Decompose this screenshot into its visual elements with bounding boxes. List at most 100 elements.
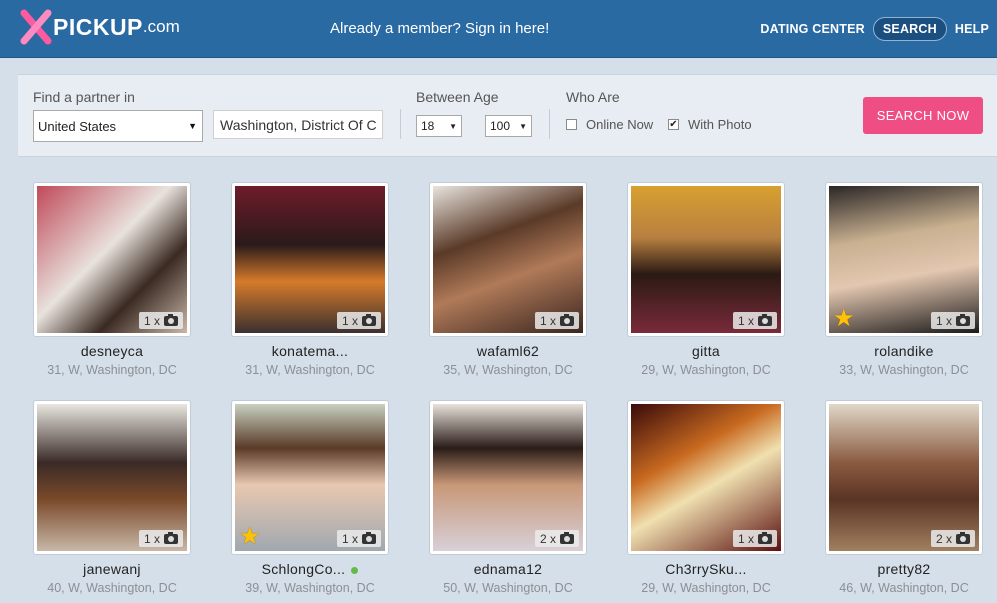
profile-photo-frame[interactable]: 1 x (231, 182, 389, 337)
profile-username[interactable]: SchlongCo... (231, 561, 389, 577)
nav-dating-center[interactable]: DATING CENTER (760, 22, 864, 36)
photo-count-text: 1 x (341, 313, 358, 328)
city-input[interactable]: Washington, District Of C (213, 110, 383, 139)
profile-username-text: pretty82 (877, 561, 931, 577)
featured-star-icon: ★ (833, 305, 855, 332)
profile-photo-frame[interactable]: 2 x (825, 400, 983, 555)
profile-username-text: Ch3rrySku... (665, 561, 747, 577)
photo-count-badge[interactable]: 1 x (732, 312, 777, 329)
profile-photo[interactable]: 1 x (235, 186, 385, 333)
caret-down-icon: ▼ (449, 121, 457, 131)
profile-photo-frame[interactable]: 1 x (627, 182, 785, 337)
profile-username-text: gitta (692, 343, 720, 359)
profile-photo-frame[interactable]: 1 x (33, 400, 191, 555)
profile-photo[interactable]: 1 x (37, 404, 187, 551)
profile-username-text: ednama12 (473, 561, 543, 577)
age-min-select[interactable]: 18 ▼ (416, 115, 462, 137)
profile-username[interactable]: rolandike (825, 343, 983, 359)
camera-icon (560, 531, 574, 544)
photo-count-badge[interactable]: 1 x (336, 312, 381, 329)
profile-username[interactable]: wafaml62 (429, 343, 587, 359)
profile-info: 31, W, Washington, DC (47, 363, 177, 377)
profile-photo-frame[interactable]: ★ 1 x (825, 182, 983, 337)
nav-help[interactable]: HELP (955, 22, 989, 36)
signin-link[interactable]: Already a member? Sign in here! (330, 20, 549, 37)
caret-down-icon: ▼ (519, 121, 527, 131)
photo-count-text: 2 x (935, 531, 952, 546)
photo-count-text: 1 x (737, 313, 754, 328)
country-select-value: United States (38, 118, 117, 134)
profile-username[interactable]: konatema... (231, 343, 389, 359)
photo-count-text: 2 x (539, 531, 556, 546)
profile-photo[interactable]: 1 x (631, 186, 781, 333)
age-max-select[interactable]: 100 ▼ (485, 115, 532, 137)
profile-card[interactable]: 1 x janewanj 40, W, Washington, DC (33, 400, 193, 600)
profile-info: 39, W, Washington, DC (245, 581, 375, 595)
profile-photo-frame[interactable]: 2 x (429, 400, 587, 555)
photo-count-badge[interactable]: 1 x (138, 530, 183, 547)
online-now-checkbox[interactable] (566, 119, 577, 130)
logo-domain: .com (142, 17, 180, 36)
photo-count-text: 1 x (935, 313, 952, 328)
photo-count-badge[interactable]: 1 x (732, 530, 777, 547)
search-now-button[interactable]: SEARCH NOW (863, 97, 983, 134)
profile-photo[interactable]: 2 x (829, 404, 979, 551)
profile-card[interactable]: ★ 1 x SchlongCo... 39, W, Washington, DC (231, 400, 391, 600)
profile-photo[interactable]: 2 x (433, 404, 583, 551)
caret-down-icon: ▼ (188, 121, 197, 131)
profile-photo-frame[interactable]: 1 x (429, 182, 587, 337)
profile-info: 33, W, Washington, DC (839, 363, 969, 377)
profile-username[interactable]: janewanj (33, 561, 191, 577)
profile-card[interactable]: 1 x konatema... 31, W, Washington, DC (231, 182, 391, 382)
profile-photo-frame[interactable]: 1 x (627, 400, 785, 555)
profile-card[interactable]: 1 x Ch3rrySku... 29, W, Washington, DC (627, 400, 787, 600)
photo-count-badge[interactable]: 1 x (138, 312, 183, 329)
online-status-icon (351, 566, 359, 574)
profile-username[interactable]: pretty82 (825, 561, 983, 577)
profile-photo[interactable]: 1 x (631, 404, 781, 551)
country-select[interactable]: United States ▼ (33, 110, 203, 142)
photo-count-text: 1 x (143, 531, 160, 546)
with-photo-checkbox[interactable]: ✔ (668, 119, 679, 130)
profile-photo[interactable]: ★ 1 x (235, 404, 385, 551)
camera-icon (362, 313, 376, 326)
profile-card[interactable]: 2 x ednama12 50, W, Washington, DC (429, 400, 589, 600)
with-photo-label: With Photo (688, 117, 752, 132)
who-are-label: Who Are (566, 89, 620, 105)
profile-photo[interactable]: 1 x (37, 186, 187, 333)
profile-card[interactable]: 1 x desneyca 31, W, Washington, DC (33, 182, 193, 382)
profile-photo-frame[interactable]: 1 x (33, 182, 191, 337)
profile-username[interactable]: desneyca (33, 343, 191, 359)
photo-count-badge[interactable]: 1 x (534, 312, 579, 329)
profile-username-text: rolandike (874, 343, 934, 359)
profile-username-text: wafaml62 (476, 343, 540, 359)
profile-info: 29, W, Washington, DC (641, 581, 771, 595)
site-logo[interactable]: PICKUP .com (20, 9, 180, 45)
online-now-option[interactable]: Online Now (566, 117, 653, 132)
profile-photo[interactable]: 1 x (433, 186, 583, 333)
photo-count-text: 1 x (539, 313, 556, 328)
photo-count-badge[interactable]: 2 x (534, 530, 579, 547)
age-min-value: 18 (421, 119, 435, 133)
profile-info: 31, W, Washington, DC (245, 363, 375, 377)
profile-card[interactable]: 1 x wafaml62 35, W, Washington, DC (429, 182, 589, 382)
photo-count-badge[interactable]: 1 x (930, 312, 975, 329)
profile-card[interactable]: ★ 1 x rolandike 33, W, Washington, DC (825, 182, 985, 382)
profile-username[interactable]: Ch3rrySku... (627, 561, 785, 577)
profile-username-text: desneyca (80, 343, 144, 359)
photo-count-badge[interactable]: 2 x (930, 530, 975, 547)
profile-info: 29, W, Washington, DC (641, 363, 771, 377)
with-photo-option[interactable]: ✔ With Photo (668, 117, 752, 132)
nav-search[interactable]: SEARCH (872, 17, 947, 41)
profile-photo[interactable]: ★ 1 x (829, 186, 979, 333)
profile-card[interactable]: 1 x gitta 29, W, Washington, DC (627, 182, 787, 382)
photo-count-text: 1 x (341, 531, 358, 546)
profile-photo-frame[interactable]: ★ 1 x (231, 400, 389, 555)
profile-card[interactable]: 2 x pretty82 46, W, Washington, DC (825, 400, 985, 600)
search-panel: Find a partner in United States ▼ Washin… (18, 74, 997, 157)
profile-username[interactable]: ednama12 (429, 561, 587, 577)
age-max-value: 100 (490, 119, 511, 133)
photo-count-text: 1 x (737, 531, 754, 546)
photo-count-badge[interactable]: 1 x (336, 530, 381, 547)
profile-username[interactable]: gitta (627, 343, 785, 359)
